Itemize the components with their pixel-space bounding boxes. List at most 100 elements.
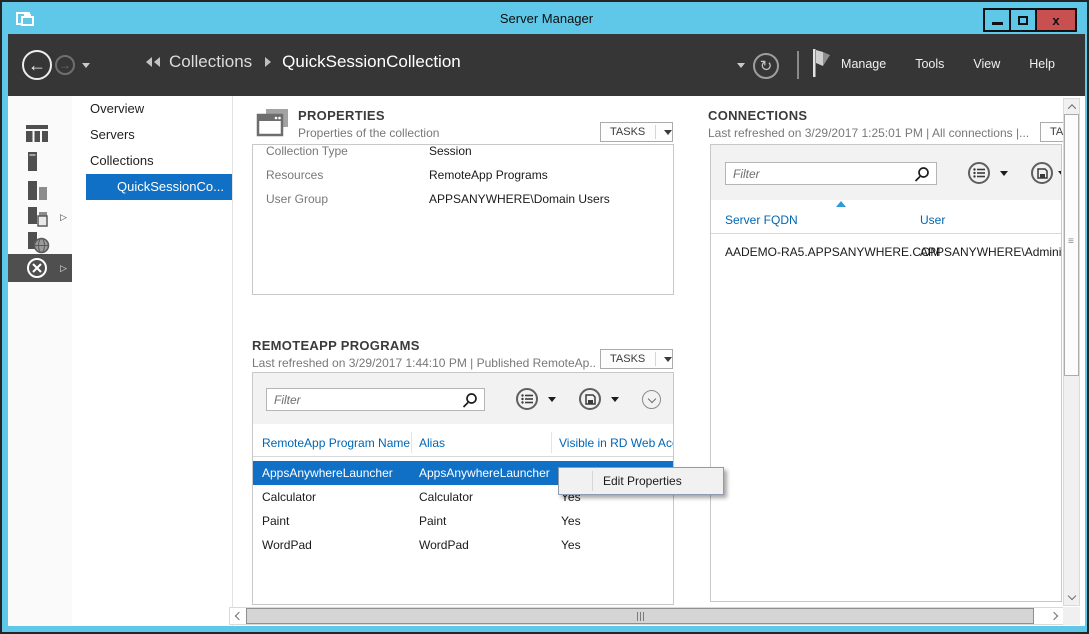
save-query-button[interactable] [1031, 162, 1053, 184]
thumb-grip-icon: ≡ [1068, 236, 1074, 247]
breadcrumb: Collections QuickSessionCollection [146, 52, 461, 72]
back-arrow-icon: ← [28, 55, 46, 76]
save-query-button[interactable] [579, 388, 601, 410]
column-header-alias[interactable]: Alias [419, 436, 445, 450]
remoteapp-table-row[interactable]: WordPad WordPad Yes [253, 533, 673, 557]
column-header-user[interactable]: User [920, 213, 945, 227]
tasks-divider [655, 125, 656, 139]
filter-criteria-dropdown-icon[interactable] [1000, 171, 1008, 176]
rds-nav-item[interactable]: Overview [72, 96, 232, 122]
breadcrumb-separator-icon [265, 57, 271, 67]
server-globe-icon [26, 232, 50, 254]
expand-icon[interactable]: ▷ [60, 212, 67, 223]
sidebar-item-local-server[interactable] [8, 148, 72, 174]
horizontal-scrollbar-thumb[interactable] [246, 608, 1034, 624]
menubar-item[interactable]: View [973, 57, 1000, 71]
menubar-item[interactable]: Help [1029, 57, 1055, 71]
rds-nav-item[interactable]: Collections [72, 148, 232, 174]
maximize-button[interactable] [1009, 8, 1037, 32]
notifications-dropdown-icon[interactable] [737, 63, 745, 68]
dashboard-icon [26, 125, 48, 142]
save-query-dropdown-icon[interactable] [1058, 171, 1062, 176]
sidebar-item-remote-desktop-services[interactable]: ▷ [8, 254, 72, 282]
window-title: Server Manager [4, 11, 1089, 26]
cell-program-name: Calculator [262, 485, 316, 509]
search-icon[interactable] [914, 166, 930, 187]
tasks-label: TASKS [610, 126, 645, 138]
connections-tasks-clip: TASKS [1040, 122, 1063, 144]
filter-criteria-button[interactable] [968, 162, 990, 184]
column-header-visible[interactable]: Visible in RD Web Acc [559, 436, 674, 450]
remoteapp-table-row[interactable]: Paint Paint Yes [253, 509, 673, 533]
field-label: Resources [266, 168, 323, 182]
minimize-button[interactable] [983, 8, 1011, 32]
rds-nav-item-label: QuickSessionCo... [117, 179, 224, 194]
rds-nav-item[interactable]: QuickSessionCo... [86, 174, 232, 200]
chevron-left-icon [235, 611, 243, 619]
scroll-up-button[interactable] [1064, 99, 1079, 114]
maximize-icon [1018, 16, 1028, 25]
notification-flag-icon[interactable] [810, 47, 832, 84]
column-divider [551, 432, 552, 453]
context-menu-item-edit-properties[interactable]: Edit Properties [561, 470, 721, 492]
forward-button[interactable]: → [55, 55, 75, 75]
cell-user: APPSANYWHERE\Administ [920, 239, 1062, 265]
connections-filter-input[interactable] [725, 162, 937, 185]
remoteapp-filter-input[interactable] [266, 388, 485, 411]
filter-criteria-dropdown-icon[interactable] [548, 397, 556, 402]
menubar-item[interactable]: Tools [915, 57, 944, 71]
refresh-button[interactable]: ↻ [753, 53, 779, 79]
close-button[interactable]: x [1035, 8, 1077, 32]
chevron-up-icon [1067, 104, 1075, 112]
scroll-right-button[interactable] [1048, 608, 1063, 623]
search-icon[interactable] [462, 392, 478, 413]
horizontal-scrollbar[interactable] [229, 607, 1064, 625]
sidebar-item-iis[interactable] [8, 230, 72, 256]
vertical-scrollbar-thumb[interactable]: ≡ [1064, 114, 1079, 376]
connections-table-row[interactable]: AADEMO-RA5.APPSANYWHERE.COM APPSANYWHERE… [711, 239, 1062, 265]
sidebar-item-file-storage-services[interactable]: ▷ [8, 204, 72, 230]
rds-nav-item[interactable]: Servers [72, 122, 232, 148]
sidebar-item-dashboard[interactable] [8, 120, 72, 146]
field-value: RemoteApp Programs [429, 168, 548, 182]
remote-desktop-services-icon [26, 257, 48, 279]
scrollbar-corner [1063, 607, 1080, 625]
navbar-divider [797, 51, 799, 79]
collapse-left-icon [154, 57, 160, 67]
properties-tasks-button[interactable]: TASKS [600, 122, 673, 142]
save-query-dropdown-icon[interactable] [611, 397, 619, 402]
history-dropdown-icon[interactable] [82, 63, 90, 68]
column-divider [411, 432, 412, 453]
field-label: User Group [266, 192, 328, 206]
sidebar-item-all-servers[interactable] [8, 177, 72, 203]
thumb-grip-icon [637, 612, 644, 621]
properties-field-row: User Group APPSANYWHERE\Domain Users [252, 192, 674, 216]
tasks-label: TASKS [1050, 126, 1063, 138]
collapse-panel-button[interactable] [642, 390, 661, 409]
context-menu-gutter [592, 471, 593, 491]
column-header-server-fqdn[interactable]: Server FQDN [725, 213, 798, 227]
remoteapp-table-header: RemoteApp Program Name Alias Visible in … [253, 428, 673, 457]
remoteapp-tasks-button[interactable]: TASKS [600, 349, 673, 369]
server-manager-window: Server Manager x ← → Collections QuickSe… [0, 0, 1089, 634]
menubar-item[interactable]: Manage [841, 57, 886, 71]
expand-icon[interactable]: ▷ [60, 263, 67, 274]
save-icon [1037, 168, 1048, 179]
filter-criteria-button[interactable] [516, 388, 538, 410]
remoteapp-section-title: REMOTEAPP PROGRAMS [252, 338, 420, 353]
tasks-label: TASKS [610, 353, 645, 365]
scroll-left-button[interactable] [230, 608, 245, 623]
tasks-dropdown-icon [664, 357, 672, 362]
remoteapp-section-subtitle: Last refreshed on 3/29/2017 1:44:10 PM |… [252, 356, 597, 370]
context-menu-item-label: Edit Properties [603, 474, 682, 488]
cell-visible: Yes [561, 509, 581, 533]
cell-alias: WordPad [419, 533, 469, 557]
vertical-scrollbar[interactable]: ≡ [1063, 98, 1080, 606]
scroll-down-button[interactable] [1064, 590, 1079, 605]
breadcrumb-collections[interactable]: Collections [169, 52, 252, 72]
window-controls: x [985, 8, 1077, 32]
column-header-program-name[interactable]: RemoteApp Program Name [262, 436, 410, 450]
local-server-icon [26, 152, 48, 171]
back-button[interactable]: ← [22, 50, 52, 80]
connections-tasks-button[interactable]: TASKS [1040, 122, 1063, 142]
